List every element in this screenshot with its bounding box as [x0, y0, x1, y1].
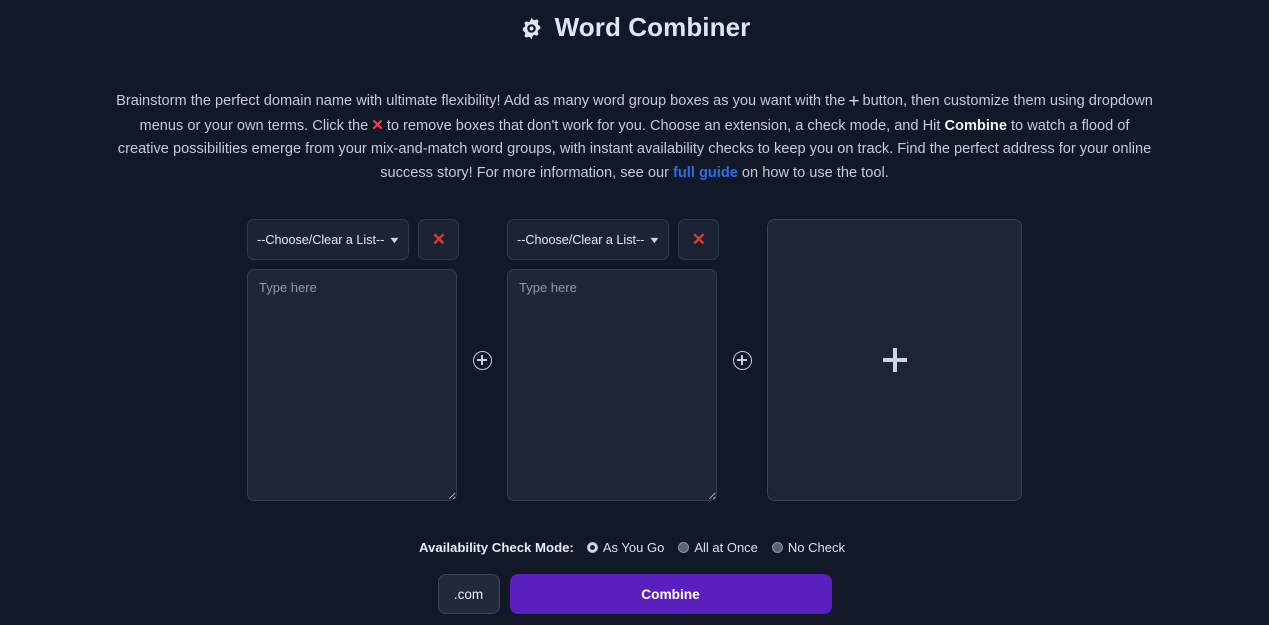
remove-group-1-button[interactable]: ✕ [418, 219, 460, 260]
combine-button[interactable]: Combine [509, 574, 832, 614]
close-icon: ✕ [431, 230, 446, 249]
check-mode-option-as-you-go[interactable]: As You Go [586, 540, 665, 555]
page-description: Brainstorm the perfect domain name with … [115, 46, 1155, 185]
list-select-2[interactable]: --Choose/Clear a List-- ▼ [507, 219, 670, 260]
word-input-2[interactable] [507, 269, 717, 501]
check-mode-option-no-check[interactable]: No Check [771, 540, 845, 555]
extension-select-value: .com [453, 586, 484, 602]
page-header: Word Combiner [0, 0, 1269, 46]
description-part-1: Brainstorm the perfect domain name with … [116, 93, 846, 109]
remove-group-2-button[interactable]: ✕ [678, 219, 720, 260]
word-input-1[interactable] [247, 269, 457, 501]
description-part-3: to remove boxes that don't work for you.… [386, 117, 941, 134]
list-select-1[interactable]: --Choose/Clear a List-- ▼ [247, 219, 410, 260]
radio-icon-all-at-once[interactable] [678, 542, 690, 553]
extension-select[interactable]: .com [437, 574, 500, 614]
check-mode-option-no-check-label: No Check [787, 540, 845, 555]
chevron-down-icon: ▼ [648, 234, 662, 245]
word-group-2: --Choose/Clear a List-- ▼ ✕ [507, 219, 720, 501]
list-select-2-value: --Choose/Clear a List-- [517, 232, 645, 247]
combine-emphasis: Combine [944, 117, 1007, 134]
x-glyph-inline: ✕ [371, 116, 384, 134]
word-combiner-page: Word Combiner Brainstorm the perfect dom… [0, 0, 1269, 625]
word-group-row: --Choose/Clear a List-- ▼ ✕ --Choose/Cle… [0, 219, 1269, 501]
circle-plus-icon[interactable] [472, 350, 492, 370]
radio-icon-as-you-go[interactable] [586, 542, 598, 553]
check-mode-option-all-at-once[interactable]: All at Once [678, 540, 758, 555]
check-mode-label: Availability Check Mode: [419, 540, 574, 555]
word-group-1: --Choose/Clear a List-- ▼ ✕ [247, 219, 460, 501]
check-mode-option-all-at-once-label: All at Once [694, 540, 758, 555]
gear-icon [519, 16, 544, 41]
availability-check-mode-row: Availability Check Mode: As You Go All a… [0, 540, 1269, 555]
chevron-down-icon: ▼ [388, 234, 402, 245]
word-group-2-header: --Choose/Clear a List-- ▼ ✕ [507, 219, 720, 260]
close-icon: ✕ [691, 230, 706, 249]
page-title: Word Combiner [554, 12, 751, 42]
list-select-1-value: --Choose/Clear a List-- [257, 232, 385, 247]
full-guide-link[interactable]: full guide [673, 165, 738, 181]
action-row: .com Combine [0, 574, 1269, 614]
add-group-connector-2 [717, 219, 767, 501]
add-word-group-box[interactable] [767, 219, 1022, 501]
add-group-connector-1 [457, 219, 507, 501]
check-mode-option-as-you-go-label: As You Go [602, 540, 665, 555]
description-part-5: on how to use the tool. [741, 164, 889, 181]
radio-icon-no-check[interactable] [771, 542, 783, 553]
circle-plus-icon[interactable] [732, 350, 752, 370]
word-group-1-header: --Choose/Clear a List-- ▼ ✕ [247, 219, 460, 260]
plus-icon [882, 348, 907, 372]
plus-glyph-inline: + [848, 91, 860, 112]
